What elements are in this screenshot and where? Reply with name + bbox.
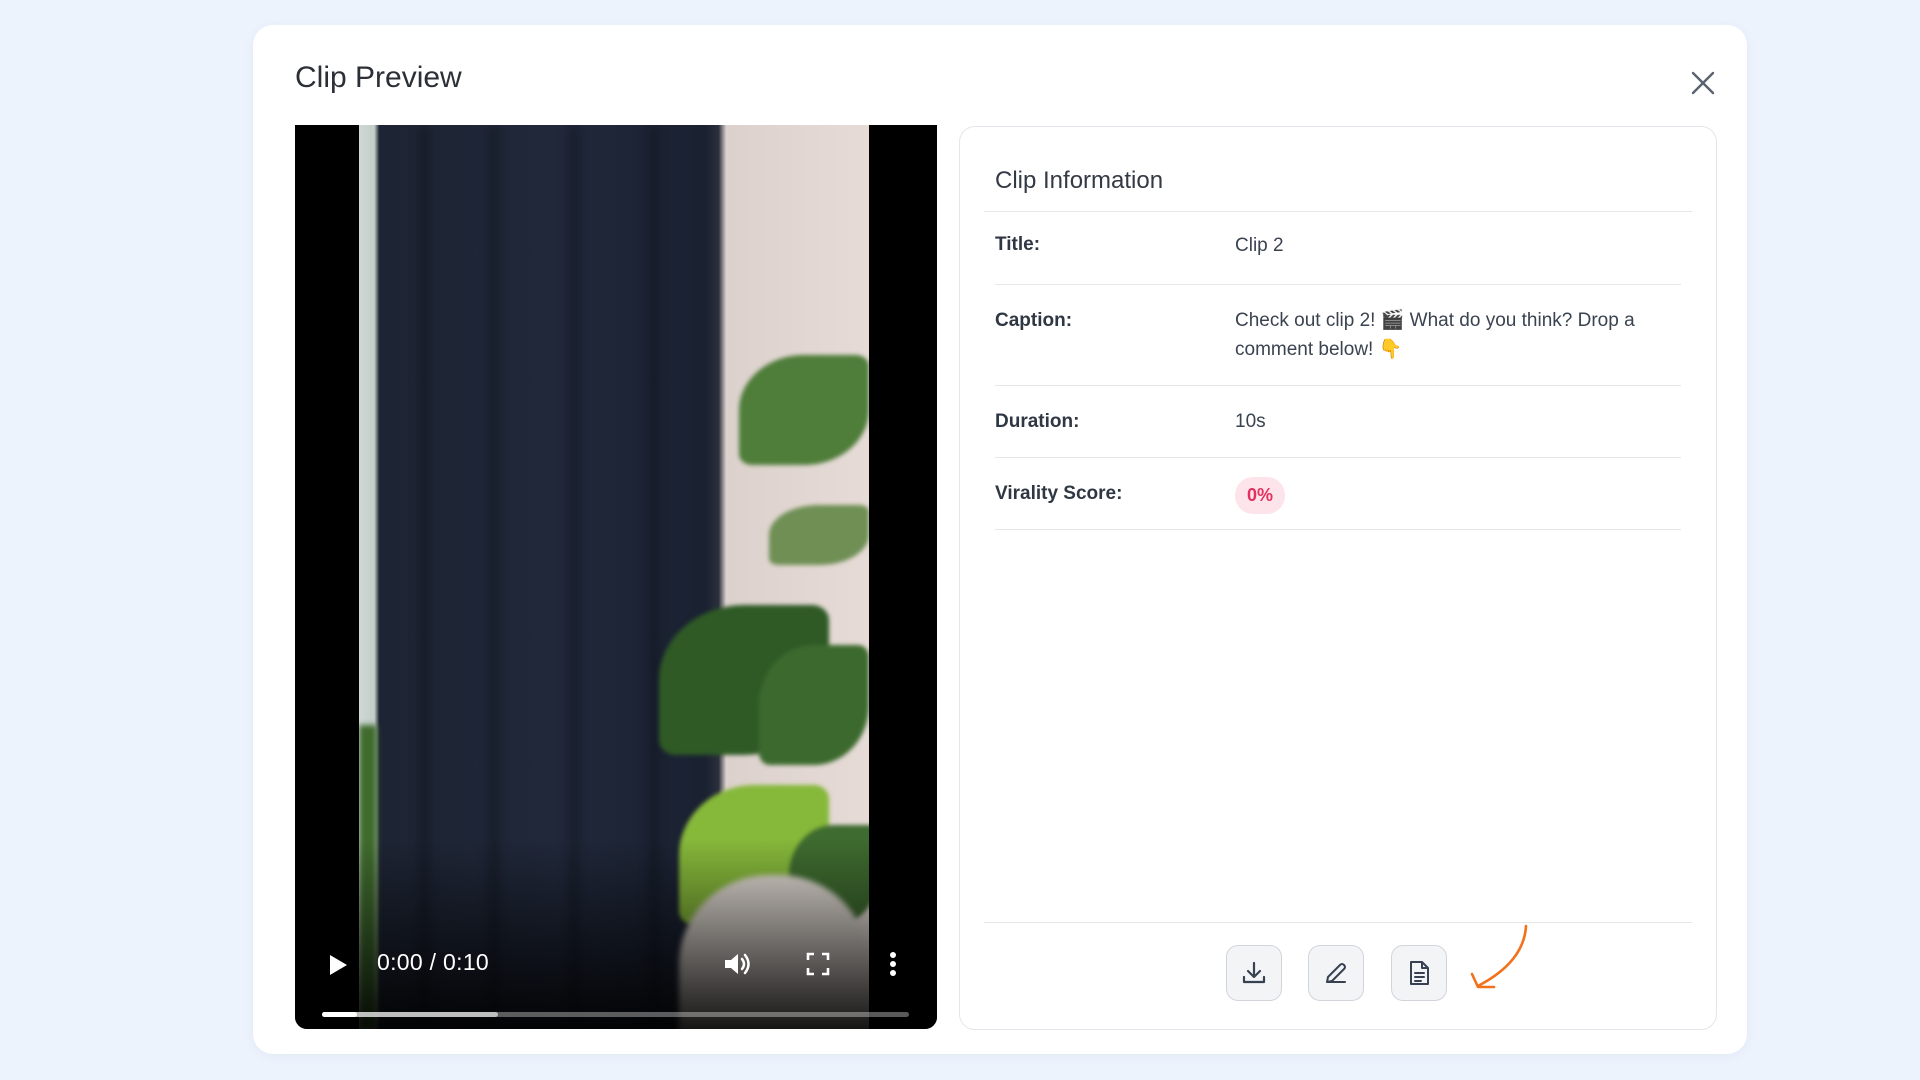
info-label: Duration: [995, 411, 1080, 432]
info-label: Title: [995, 234, 1041, 255]
info-row-duration: Duration: 10s [995, 385, 1681, 458]
info-value: Clip 2 [1235, 235, 1284, 256]
info-row-caption: Caption: Check out clip 2! 🎬 What do you… [995, 284, 1681, 386]
divider [984, 922, 1692, 923]
fullscreen-icon [806, 952, 830, 976]
edit-icon [1326, 963, 1346, 983]
close-button[interactable] [1683, 63, 1723, 103]
document-button[interactable] [1391, 945, 1447, 1001]
more-vertical-icon [890, 952, 896, 976]
hand-drawn-arrow-icon [1470, 924, 1528, 989]
more-options-button[interactable] [879, 946, 907, 982]
edit-button[interactable] [1308, 945, 1364, 1001]
info-value: Check out clip 2! 🎬 What do you think? D… [1235, 310, 1635, 360]
volume-button[interactable] [718, 946, 758, 982]
download-icon [1242, 961, 1266, 984]
info-label: Caption: [995, 310, 1073, 331]
play-icon [330, 955, 347, 975]
document-icon [1410, 961, 1429, 985]
progress-played [322, 1012, 358, 1017]
virality-score-badge: 0% [1235, 477, 1286, 514]
info-row-title: Title: Clip 2 [995, 212, 1681, 285]
play-button[interactable] [323, 950, 353, 980]
clip-information-panel: Clip Information Title: Clip 2 Caption: … [959, 126, 1717, 1030]
info-row-virality: Virality Score: 0% [995, 457, 1681, 530]
video-player[interactable]: 0:00 / 0:10 [295, 125, 937, 1029]
close-icon [1691, 71, 1715, 95]
clip-preview-modal: Clip Preview 0:00 / 0:10 Clip Informatio… [253, 25, 1747, 1054]
modal-title: Clip Preview [295, 61, 462, 94]
download-button[interactable] [1226, 945, 1282, 1001]
time-display: 0:00 / 0:10 [377, 949, 489, 975]
fullscreen-button[interactable] [800, 946, 836, 982]
info-value: 10s [1235, 411, 1266, 432]
panel-title: Clip Information [995, 167, 1164, 194]
volume-icon [725, 953, 750, 975]
info-label: Virality Score: [995, 483, 1123, 504]
progress-bar[interactable] [322, 1012, 909, 1017]
